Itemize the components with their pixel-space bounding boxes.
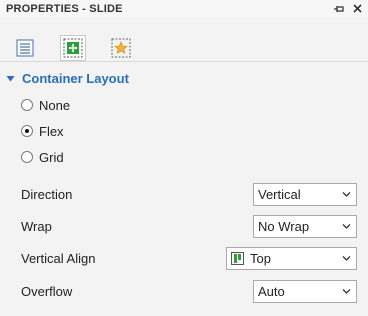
tab-container-layout[interactable] xyxy=(60,35,86,61)
chevron-down-icon xyxy=(342,192,351,197)
align-top-icon xyxy=(231,252,244,265)
wrap-label: Wrap xyxy=(21,219,52,234)
radio-option-flex[interactable]: Flex xyxy=(21,123,64,139)
chevron-down-icon xyxy=(342,256,351,261)
radio-option-none[interactable]: None xyxy=(21,97,70,113)
container-layout-section-header[interactable]: Container Layout xyxy=(6,70,129,86)
overflow-select[interactable]: Auto xyxy=(253,280,357,303)
tabstrip-divider xyxy=(0,61,368,62)
overflow-value: Auto xyxy=(258,284,285,299)
tab-properties[interactable] xyxy=(12,35,38,61)
expand-triangle-icon xyxy=(6,75,15,81)
overflow-label: Overflow xyxy=(21,284,73,299)
panel-titlebar: PROPERTIES - SLIDE xyxy=(0,0,368,18)
direction-value: Vertical xyxy=(258,187,301,202)
wrap-select[interactable]: No Wrap xyxy=(253,215,357,238)
radio-button[interactable] xyxy=(21,125,33,137)
chevron-down-icon xyxy=(342,289,351,294)
wrap-value: No Wrap xyxy=(258,219,310,234)
vertical-align-value: Top xyxy=(250,251,271,266)
radio-button[interactable] xyxy=(21,151,33,163)
chevron-down-icon xyxy=(342,224,351,229)
properties-tabstrip xyxy=(0,35,368,61)
list-properties-icon xyxy=(16,39,34,57)
radio-button[interactable] xyxy=(21,99,33,111)
star-effects-icon xyxy=(111,38,131,58)
panel-title: PROPERTIES - SLIDE xyxy=(6,3,123,15)
section-title: Container Layout xyxy=(22,70,129,86)
close-icon[interactable] xyxy=(352,3,363,14)
container-layout-icon xyxy=(63,38,83,58)
tab-effects[interactable] xyxy=(108,35,134,61)
vertical-align-select[interactable]: Top xyxy=(226,247,357,270)
direction-label: Direction xyxy=(21,187,73,202)
radio-label: Flex xyxy=(39,123,64,139)
pin-icon[interactable] xyxy=(333,3,345,15)
radio-label: Grid xyxy=(39,149,64,165)
radio-option-grid[interactable]: Grid xyxy=(21,149,64,165)
direction-select[interactable]: Vertical xyxy=(253,183,357,206)
radio-label: None xyxy=(39,97,71,113)
vertical-align-label: Vertical Align xyxy=(21,251,96,266)
